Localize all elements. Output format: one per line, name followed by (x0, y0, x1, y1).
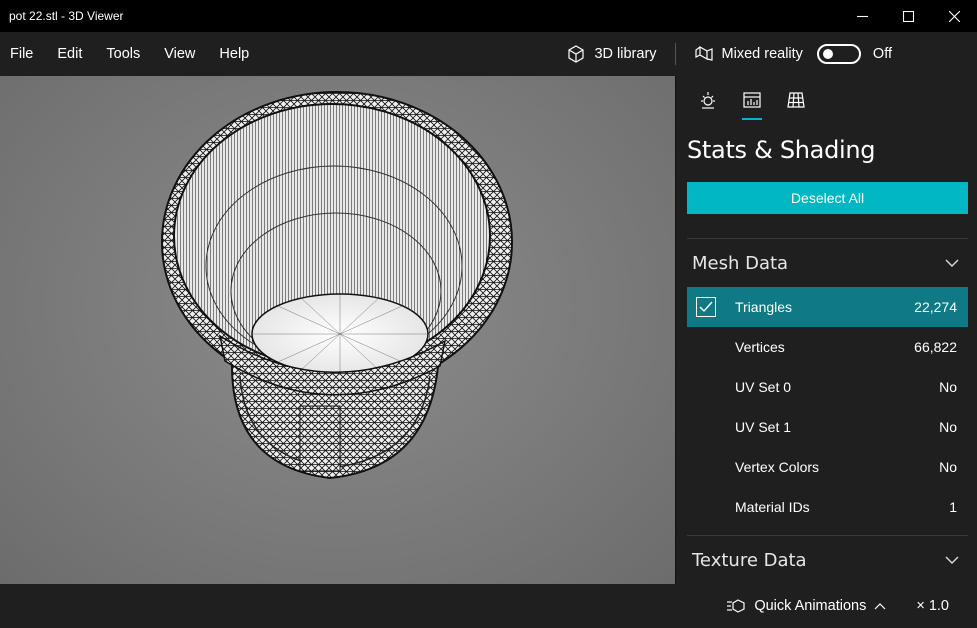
row-name: Vertices (735, 339, 785, 355)
tab-grid[interactable] (774, 76, 818, 124)
row-name: Triangles (735, 299, 793, 315)
stats-panel: Stats & Shading Deselect All Mesh Data T… (675, 76, 977, 584)
mesh-row-vertex-colors[interactable]: Vertex Colors No (687, 447, 968, 487)
minimize-icon (856, 15, 868, 17)
menu-tools[interactable]: Tools (94, 32, 152, 76)
status-bar: Quick Animations × 1.0 (0, 584, 977, 628)
menu-file[interactable]: File (0, 32, 45, 76)
row-value: No (939, 379, 957, 395)
lighting-icon (701, 92, 715, 109)
cube-icon (568, 45, 585, 63)
chevron-down-icon (945, 556, 959, 564)
title-bar: pot 22.stl - 3D Viewer (0, 0, 977, 32)
toggle-state-label: Off (872, 46, 892, 62)
chevron-up-icon (874, 603, 886, 610)
chevron-down-icon (945, 259, 959, 267)
mixed-reality-toggle[interactable] (816, 44, 861, 64)
triangles-checkbox[interactable] (696, 297, 716, 317)
quick-animations-label: Quick Animations (754, 598, 867, 614)
3d-viewport[interactable] (0, 76, 675, 584)
row-name: Material IDs (735, 499, 810, 515)
texture-data-label: Texture Data (692, 549, 807, 571)
row-name: Vertex Colors (735, 459, 820, 475)
close-button[interactable] (931, 0, 977, 32)
row-name: UV Set 0 (735, 379, 792, 395)
grid-icon (787, 92, 805, 108)
mesh-data-label: Mesh Data (692, 252, 789, 274)
window-title: pot 22.stl - 3D Viewer (9, 9, 124, 23)
row-value: 22,274 (914, 299, 957, 315)
row-value: No (939, 419, 957, 435)
row-name: UV Set 1 (735, 419, 792, 435)
animation-speed[interactable]: × 1.0 (896, 598, 977, 614)
row-value: 66,822 (914, 339, 957, 355)
mesh-row-uv-set-1[interactable]: UV Set 1 No (687, 407, 968, 447)
menu-view[interactable]: View (152, 32, 207, 76)
maximize-icon (902, 10, 914, 22)
animation-icon (727, 599, 745, 613)
mesh-row-vertices[interactable]: Vertices 66,822 (687, 327, 968, 367)
mixed-reality-icon (694, 45, 713, 61)
mixed-reality-label: Mixed reality (721, 46, 803, 62)
mesh-row-triangles[interactable]: Triangles 22,274 (687, 287, 968, 327)
3d-library-label: 3D library (594, 46, 657, 62)
checkmark-icon (699, 301, 713, 313)
row-value: 1 (949, 499, 957, 515)
mesh-row-material-ids[interactable]: Material IDs 1 (687, 487, 968, 527)
quick-animations-button[interactable]: Quick Animations (726, 598, 896, 614)
stats-icon (743, 92, 761, 108)
maximize-button[interactable] (885, 0, 931, 32)
panel-title: Stats & Shading (687, 136, 876, 164)
tab-stats[interactable] (730, 76, 774, 124)
menu-help[interactable]: Help (207, 32, 261, 76)
mixed-reality-button[interactable]: Mixed reality (680, 32, 813, 76)
deselect-all-button[interactable]: Deselect All (687, 182, 968, 214)
mesh-data-header[interactable]: Mesh Data (676, 239, 977, 287)
close-icon (948, 10, 960, 22)
row-value: No (939, 459, 957, 475)
3d-library-button[interactable]: 3D library (552, 32, 670, 76)
minimize-button[interactable] (839, 0, 885, 32)
pot-wireframe-model (161, 91, 513, 480)
panel-tabs (676, 76, 977, 124)
toolbar-divider (674, 43, 676, 65)
texture-data-header[interactable]: Texture Data (676, 536, 977, 584)
mesh-row-uv-set-0[interactable]: UV Set 0 No (687, 367, 968, 407)
tab-lighting[interactable] (686, 76, 730, 124)
toggle-knob (822, 49, 833, 59)
menu-bar: File Edit Tools View Help 3D library Mix… (0, 32, 977, 76)
menu-edit[interactable]: Edit (45, 32, 94, 76)
